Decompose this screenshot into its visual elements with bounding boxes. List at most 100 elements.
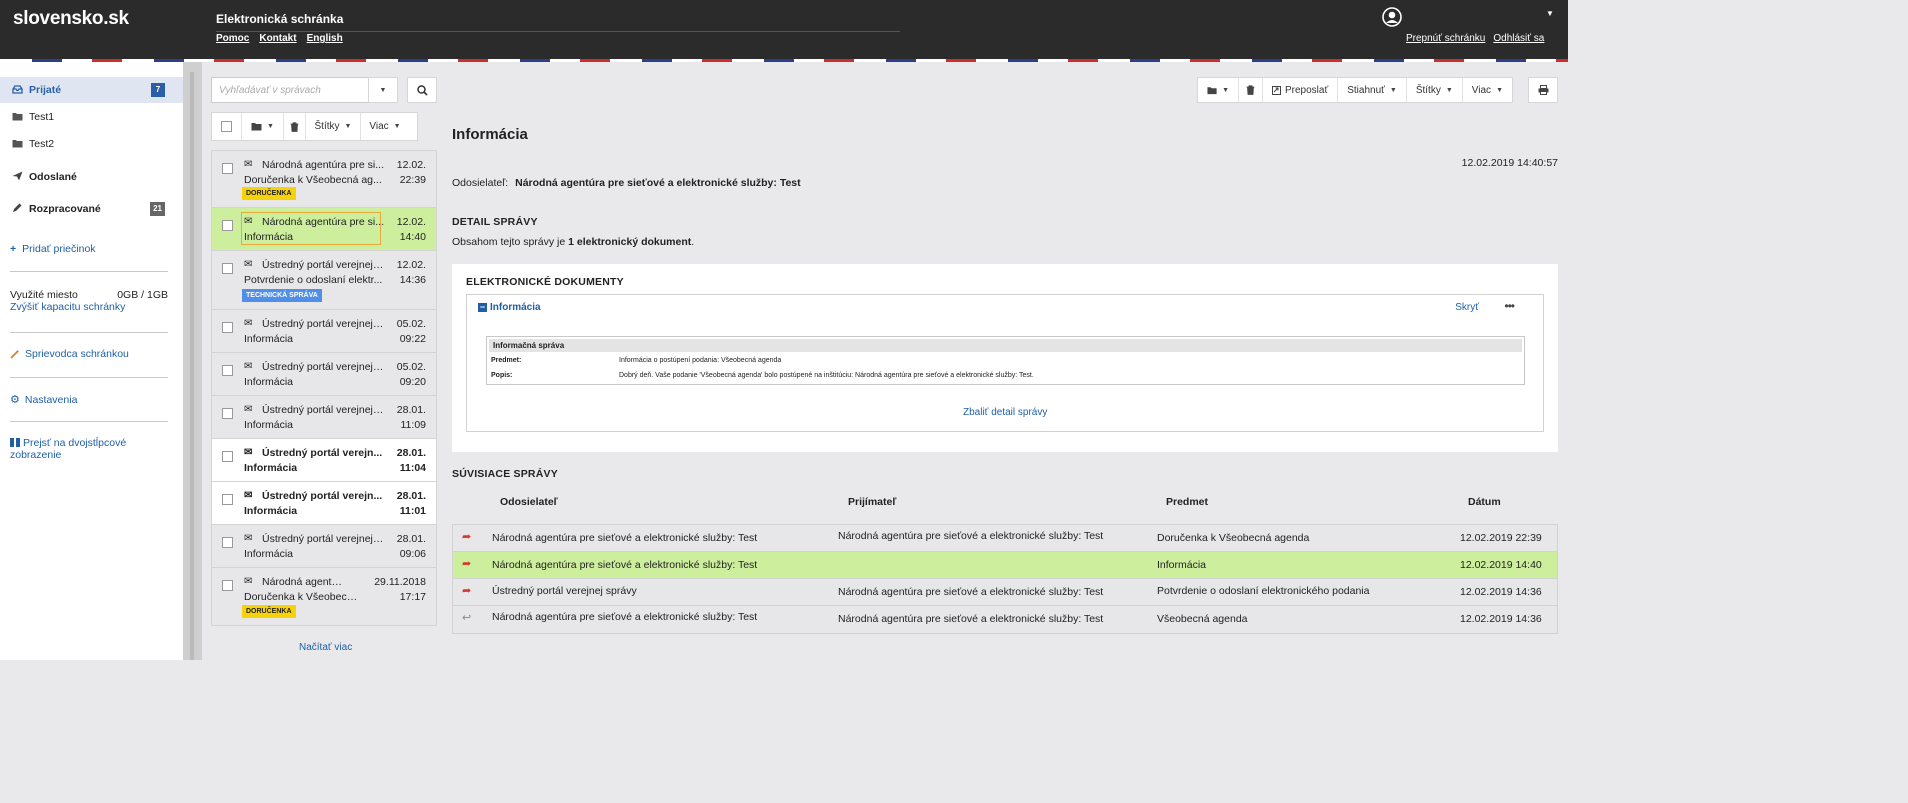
message-subject: Potvrdenie o odoslaní elektr... (244, 274, 383, 286)
document-name-link[interactable]: Informácia (490, 302, 541, 313)
envelope-open-icon: ✉ (244, 159, 253, 170)
checkbox[interactable] (222, 263, 233, 274)
related-row[interactable]: ➦ Národná agentúra pre sieťové a elektro… (453, 525, 1557, 552)
reply-arrow-icon: ↩ (462, 612, 472, 624)
header-stripe (0, 59, 1568, 62)
sidebar-item-label: Prijaté (29, 84, 62, 96)
checkbox[interactable] (221, 121, 232, 132)
sidebar-scrollbar[interactable] (183, 62, 202, 660)
logout-link[interactable]: Odhlásiť sa (1493, 33, 1544, 44)
search-button[interactable] (407, 77, 437, 103)
labels-button[interactable]: Štítky ▼ (1407, 78, 1463, 102)
contains-prefix: Obsahom tejto správy je (452, 236, 569, 248)
header-links: Pomoc Kontakt English (216, 33, 343, 44)
checkbox[interactable] (222, 580, 233, 591)
sidebar-item-sent[interactable]: Odoslané (0, 164, 183, 190)
send-icon (11, 171, 23, 183)
download-button[interactable]: Stiahnuť ▼ (1338, 78, 1407, 102)
hide-link[interactable]: Skryť (1455, 302, 1479, 313)
checkbox[interactable] (222, 163, 233, 174)
add-folder-link[interactable]: Pridať priečinok (22, 243, 95, 255)
related-heading: SÚVISIACE SPRÁVY (452, 468, 558, 480)
settings-link[interactable]: Nastavenia (25, 394, 78, 406)
inbox-count-badge: 7 (151, 83, 165, 97)
sidebar-item-drafts[interactable]: Rozpracované 21 (0, 196, 183, 222)
related-row[interactable]: ➦ Národná agentúra pre sieťové a elektro… (453, 552, 1557, 579)
message-item[interactable]: ✉ Ústredný portál verejn... Informácia 28… (211, 482, 437, 525)
contains-text: Obsahom tejto správy je 1 elektronický d… (452, 236, 694, 248)
related-sender: Ústredný portál verejnej správy (492, 585, 637, 597)
related-table-header: Odosielateľ Prijímateľ Predmet Dátum (452, 496, 1558, 514)
more-options-icon[interactable]: ••• (1504, 299, 1515, 313)
checkbox[interactable] (222, 537, 233, 548)
site-logo[interactable]: slovensko.sk (13, 8, 129, 30)
collapse-minus-icon[interactable]: − (478, 303, 487, 312)
print-button[interactable] (1528, 77, 1558, 103)
move-to-folder-button[interactable]: ▼ (1198, 78, 1239, 102)
checkbox[interactable] (222, 494, 233, 505)
sidebar-divider (10, 377, 168, 378)
message-time: 09:20 (399, 376, 426, 388)
envelope-open-icon: ✉ (244, 404, 253, 415)
message-time: 11:01 (399, 505, 426, 517)
message-item[interactable]: ✉ Ústredný portál verejnej ... Informácia… (211, 396, 437, 439)
sidebar-item-inbox[interactable]: Prijaté 7 (0, 77, 183, 103)
select-all-checkbox[interactable] (212, 113, 242, 140)
message-item[interactable]: ✉ Ústredný portál verejnej ... Informácia… (211, 525, 437, 568)
checkbox[interactable] (222, 365, 233, 376)
pencil-icon (11, 203, 23, 215)
sidebar-item-test2[interactable]: Test2 (0, 131, 183, 157)
search-options-button[interactable]: ▼ (368, 77, 398, 103)
message-item[interactable]: ✉ Národná agentúra ... Doručenka k Všeobe… (211, 568, 437, 626)
checkbox[interactable] (222, 322, 233, 333)
checkbox[interactable] (222, 220, 233, 231)
english-link[interactable]: English (307, 33, 343, 44)
message-item[interactable]: ✉ Ústredný portál verejnej ... Potvrdenie… (211, 251, 437, 310)
switch-box-link[interactable]: Prepnúť schránku (1406, 33, 1485, 44)
contact-link[interactable]: Kontakt (259, 33, 296, 44)
sidebar-divider (10, 421, 168, 422)
checkbox[interactable] (222, 408, 233, 419)
increase-capacity-link[interactable]: Zvýšiť kapacitu schránky (10, 301, 125, 313)
delete-button[interactable] (284, 113, 306, 140)
search-input[interactable] (211, 77, 369, 103)
message-item[interactable]: ✉ Ústredný portál verejnej ... Informácia… (211, 310, 437, 353)
forward-button[interactable]: Preposlať (1263, 78, 1339, 102)
chevron-down-icon: ▼ (1496, 86, 1503, 94)
related-row[interactable]: ↩ Národná agentúra pre sieťové a elektro… (453, 606, 1557, 633)
load-more-link[interactable]: Načítať viac (299, 642, 352, 653)
message-item[interactable]: ✉ Národná agentúra pre si... Informácia 1… (211, 208, 437, 251)
two-column-link[interactable]: Prejsť na dvojstĺpcové zobrazenie (10, 437, 126, 461)
more-button[interactable]: Viac ▼ (1463, 78, 1512, 102)
related-row[interactable]: ➦ Ústredný portál verejnej správy Národn… (453, 579, 1557, 606)
message-item[interactable]: ✉ Ústredný portál verejn... Informácia 28… (211, 439, 437, 482)
envelope-open-icon: ✉ (244, 318, 253, 329)
message-time: 22:39 (399, 174, 426, 186)
documents-panel: ELEKTRONICKÉ DOKUMENTY − Informácia Skry… (452, 264, 1558, 452)
delete-button[interactable] (1239, 78, 1263, 102)
scrollbar-thumb[interactable] (190, 72, 194, 660)
sidebar-item-test1[interactable]: Test1 (0, 104, 183, 130)
related-table: ➦ Národná agentúra pre sieťové a elektro… (452, 524, 1558, 634)
more-button[interactable]: Viac ▼ (361, 113, 409, 140)
guide-row: Sprievodca schránkou (10, 348, 129, 360)
message-item[interactable]: ✉ Národná agentúra pre si... Doručenka k … (211, 150, 437, 208)
user-menu-caret-icon[interactable]: ▼ (1546, 9, 1554, 18)
contains-suffix: . (691, 236, 695, 248)
sender-label: Odosielateľ: (452, 177, 509, 189)
delivery-receipt-tag: DORUČENKA (242, 605, 296, 618)
move-to-folder-button[interactable]: ▼ (242, 113, 284, 140)
labels-button[interactable]: Štítky ▼ (306, 113, 361, 140)
message-list: ✉ Národná agentúra pre si... Doručenka k … (211, 150, 437, 626)
trash-icon (1246, 85, 1255, 95)
collapse-detail-link[interactable]: Zbaliť detail správy (963, 407, 1047, 418)
subject-value: Informácia o postúpení podania: Všeobecn… (619, 357, 782, 364)
help-link[interactable]: Pomoc (216, 33, 249, 44)
user-avatar-icon[interactable] (1382, 7, 1402, 27)
document-toggle[interactable]: − Informácia (478, 302, 541, 313)
guide-link[interactable]: Sprievodca schránkou (25, 348, 129, 360)
message-item[interactable]: ✉ Ústredný portál verejnej ... Informácia… (211, 353, 437, 396)
checkbox[interactable] (222, 451, 233, 462)
chevron-down-icon: ▼ (1445, 86, 1453, 94)
info-message-table: Informačná správa Predmet: Informácia o … (486, 336, 1525, 385)
